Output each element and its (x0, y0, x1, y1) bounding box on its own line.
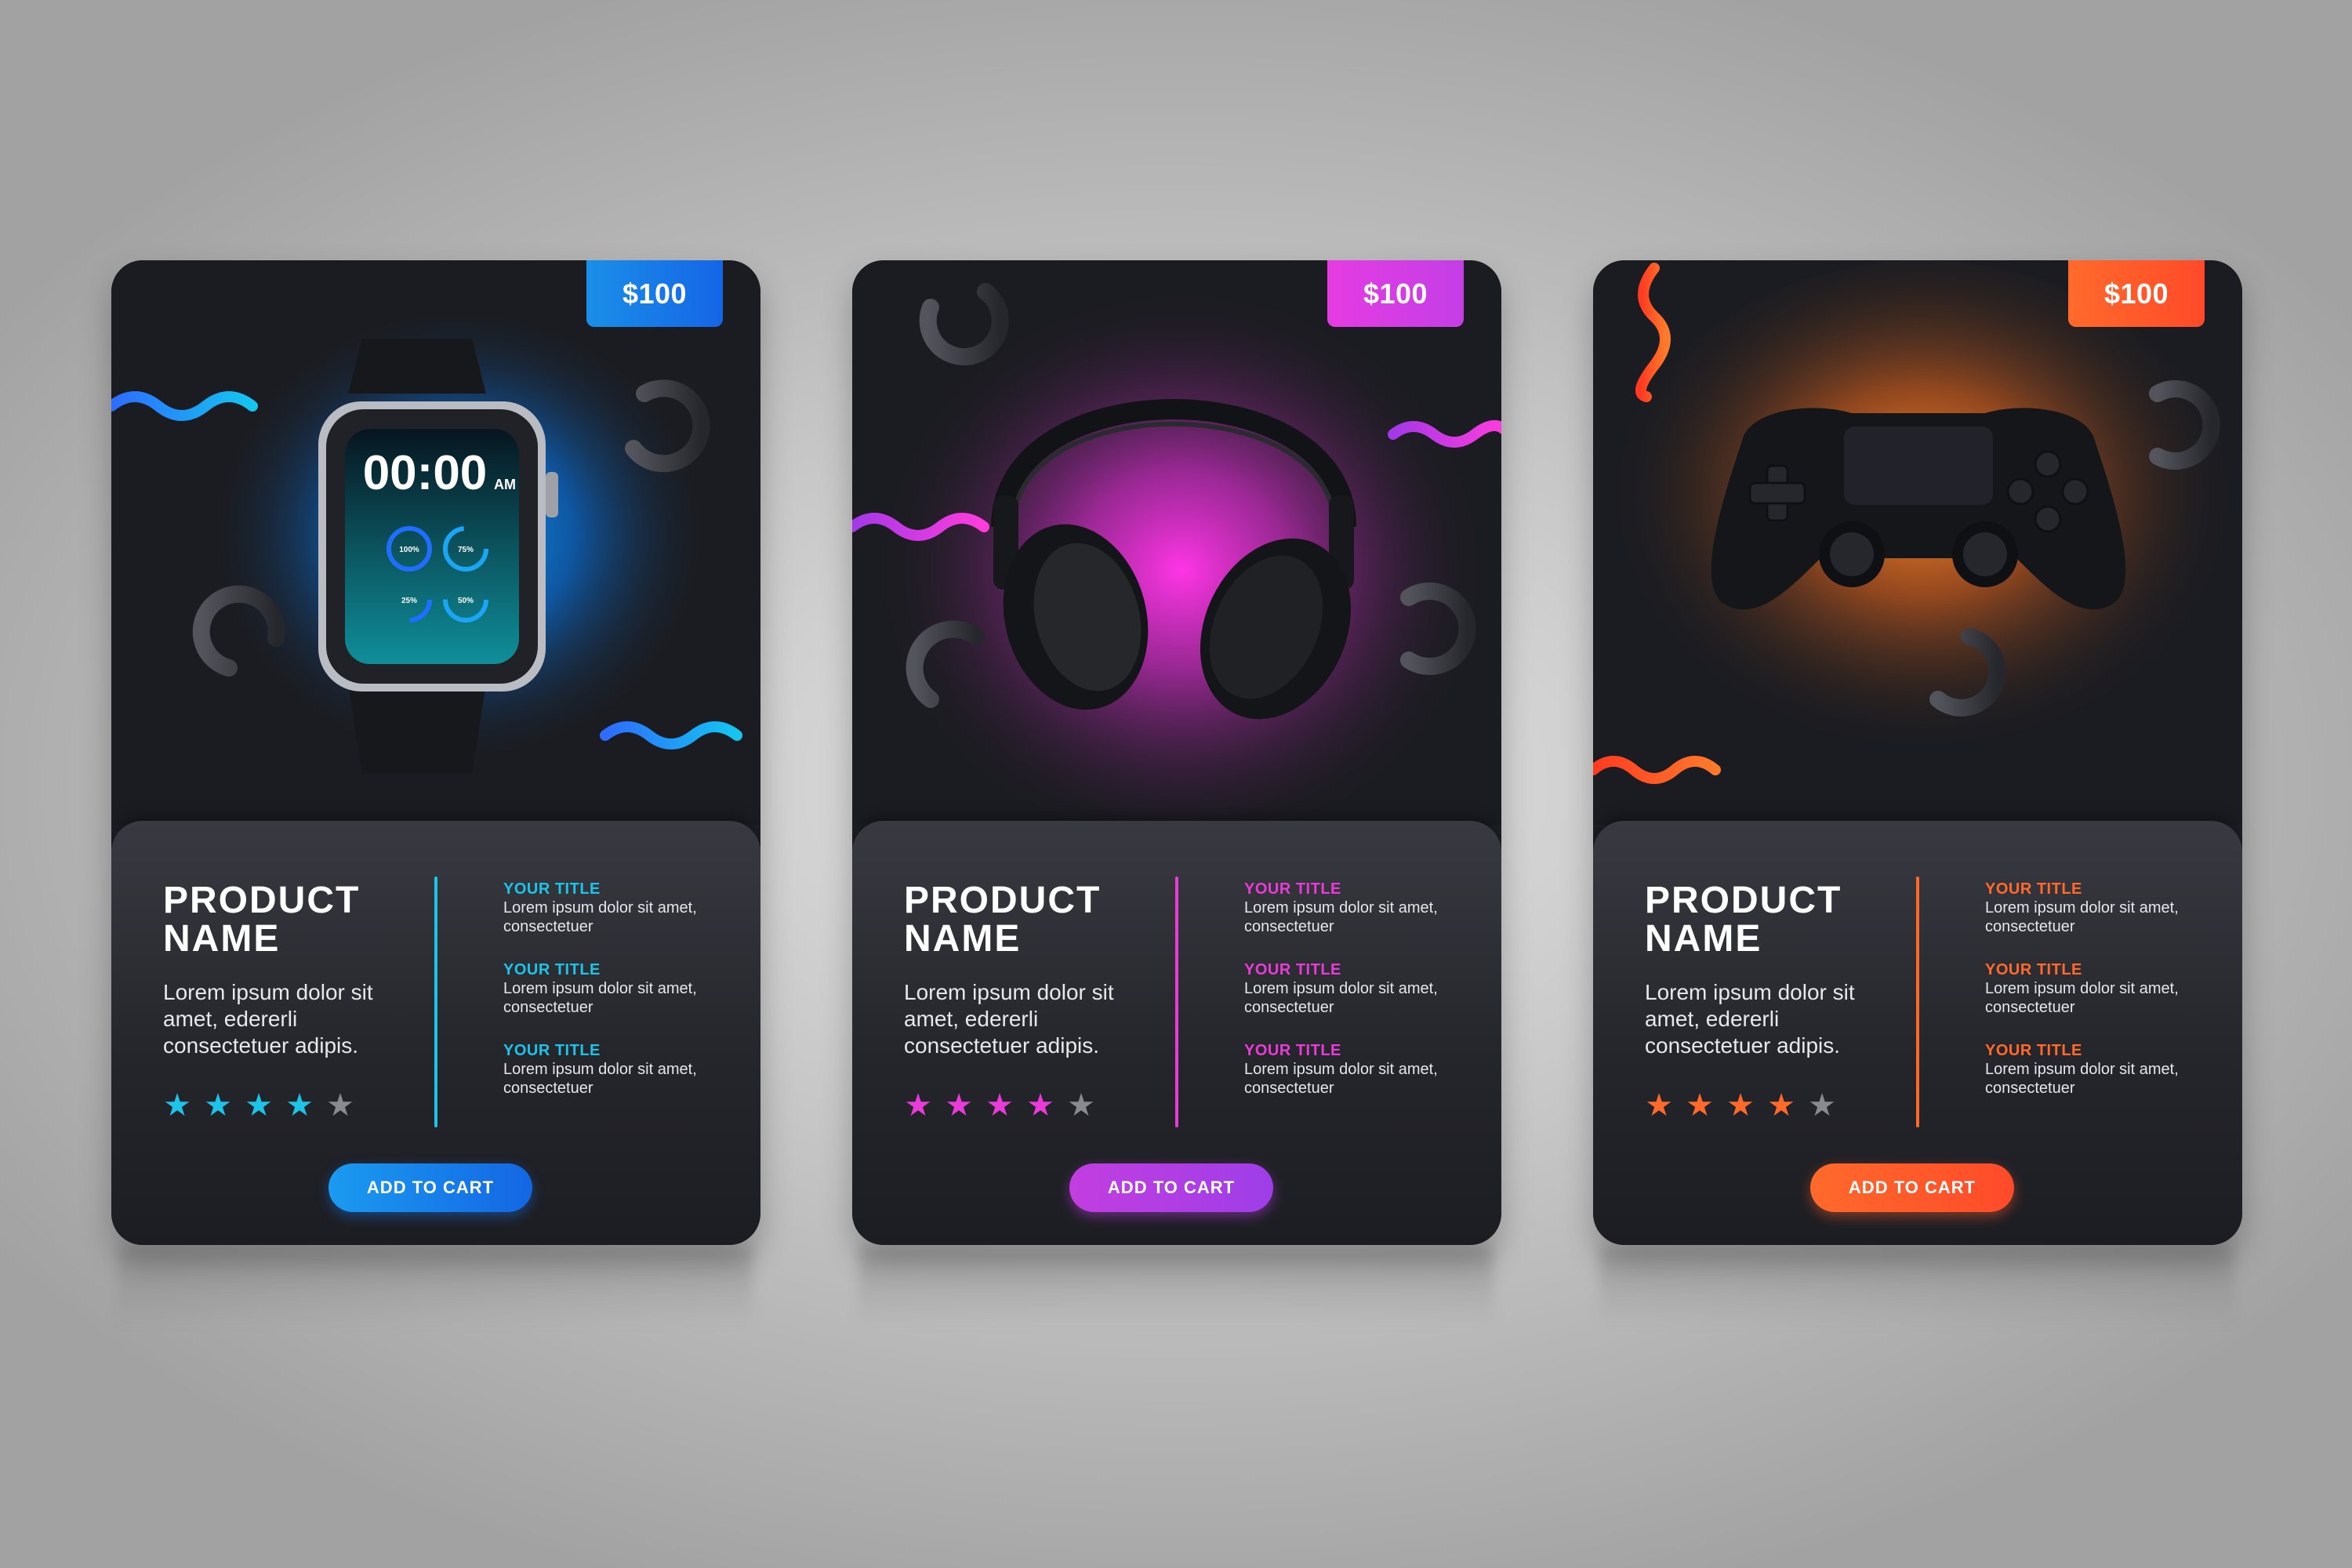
star-filled-icon: ★ (1645, 1088, 1673, 1123)
spec-item: YOUR TITLE Lorem ipsum dolor sit amet, c… (1244, 1041, 1472, 1098)
product-card-smartwatch: 00:00 AM 100% 75% 25% 50% $100 PRODUCT N… (111, 260, 760, 1245)
add-to-cart-button[interactable]: ADD TO CART (1810, 1163, 2014, 1212)
product-name-line2: NAME (163, 918, 281, 960)
star-filled-icon: ★ (285, 1088, 314, 1123)
star-filled-icon: ★ (1026, 1088, 1054, 1123)
product-name-line1: PRODUCT (904, 880, 1102, 921)
watch-ring-label: 25% (401, 597, 417, 605)
spec-item: YOUR TITLE Lorem ipsum dolor sit amet, c… (1985, 880, 2212, 936)
watch-ring-label: 100% (399, 546, 419, 554)
add-to-cart-button[interactable]: ADD TO CART (1069, 1163, 1273, 1212)
star-empty-icon: ★ (1067, 1088, 1095, 1123)
price-badge: $100 (586, 260, 723, 327)
spec-item: YOUR TITLE Lorem ipsum dolor sit amet, c… (503, 1041, 731, 1098)
card-shadow (1599, 1247, 2234, 1325)
price-badge: $100 (1327, 260, 1464, 327)
spec-title: YOUR TITLE (1985, 880, 2082, 898)
spec-text: Lorem ipsum dolor sit amet, consectetuer (1985, 899, 2179, 935)
star-filled-icon: ★ (945, 1088, 973, 1123)
spec-title: YOUR TITLE (1985, 961, 2082, 978)
controller-hero-illustration (1593, 260, 2242, 825)
spec-text: Lorem ipsum dolor sit amet, consectetuer (1244, 980, 1438, 1016)
star-filled-icon: ★ (1767, 1088, 1795, 1123)
rating-stars: ★ ★ ★ ★ ★ (160, 1088, 358, 1123)
card-shadow (118, 1247, 753, 1325)
spec-item: YOUR TITLE Lorem ipsum dolor sit amet, c… (1244, 960, 1472, 1017)
price-badge: $100 (2068, 260, 2205, 327)
product-name: PRODUCT NAME (904, 881, 1155, 958)
divider (1175, 877, 1178, 1127)
product-card-headphones: $100 PRODUCT NAME Lorem ipsum dolor sit … (852, 260, 1501, 1245)
star-filled-icon: ★ (163, 1088, 191, 1123)
product-hero (852, 260, 1501, 825)
star-filled-icon: ★ (985, 1088, 1014, 1123)
add-to-cart-button[interactable]: ADD TO CART (328, 1163, 532, 1212)
star-filled-icon: ★ (1726, 1088, 1755, 1123)
spec-title: YOUR TITLE (1244, 961, 1341, 978)
spec-item: YOUR TITLE Lorem ipsum dolor sit amet, c… (1985, 960, 2212, 1017)
watch-ring-label: 75% (458, 546, 474, 554)
spec-text: Lorem ipsum dolor sit amet, consectetuer (1244, 899, 1438, 935)
spec-text: Lorem ipsum dolor sit amet, consectetuer (503, 1061, 697, 1097)
spec-text: Lorem ipsum dolor sit amet, consectetuer (503, 980, 697, 1016)
rating-stars: ★ ★ ★ ★ ★ (901, 1088, 1098, 1123)
watch-ring-label: 50% (458, 597, 474, 605)
product-description: Lorem ipsum dolor sit amet, edererli con… (1645, 980, 1855, 1058)
spec-title: YOUR TITLE (503, 1042, 601, 1059)
rating-stars: ★ ★ ★ ★ ★ (1642, 1088, 1839, 1123)
spec-text: Lorem ipsum dolor sit amet, consectetuer (1244, 1061, 1438, 1097)
spec-title: YOUR TITLE (503, 961, 601, 978)
smartwatch-hero-illustration: 00:00 AM 100% 75% 25% 50% (111, 260, 760, 825)
spec-text: Lorem ipsum dolor sit amet, consectetuer (1985, 980, 2179, 1016)
spec-item: YOUR TITLE Lorem ipsum dolor sit amet, c… (503, 880, 731, 936)
product-hero: 00:00 AM 100% 75% 25% 50% (111, 260, 760, 825)
star-empty-icon: ★ (1808, 1088, 1836, 1123)
spec-item: YOUR TITLE Lorem ipsum dolor sit amet, c… (1985, 1041, 2212, 1098)
spec-text: Lorem ipsum dolor sit amet, consectetuer (1985, 1061, 2179, 1097)
card-shadow (858, 1247, 1494, 1325)
product-name-line1: PRODUCT (1645, 880, 1842, 921)
headphones-hero-illustration (852, 260, 1501, 825)
product-description: Lorem ipsum dolor sit amet, edererli con… (904, 980, 1114, 1058)
product-name: PRODUCT NAME (1645, 881, 1896, 958)
product-hero (1593, 260, 2242, 825)
star-filled-icon: ★ (245, 1088, 273, 1123)
spec-title: YOUR TITLE (1985, 1042, 2082, 1059)
star-empty-icon: ★ (326, 1088, 354, 1123)
page: 00:00 AM 100% 75% 25% 50% $100 PRODUCT N… (0, 0, 2352, 1568)
spec-item: YOUR TITLE Lorem ipsum dolor sit amet, c… (1244, 880, 1472, 936)
product-name-line2: NAME (904, 918, 1022, 960)
spec-item: YOUR TITLE Lorem ipsum dolor sit amet, c… (503, 960, 731, 1017)
spec-list: YOUR TITLE Lorem ipsum dolor sit amet, c… (503, 880, 731, 1122)
spec-list: YOUR TITLE Lorem ipsum dolor sit amet, c… (1985, 880, 2212, 1122)
spec-title: YOUR TITLE (1244, 880, 1341, 898)
product-name-line2: NAME (1645, 918, 1762, 960)
divider (434, 877, 437, 1127)
product-name-line1: PRODUCT (163, 880, 361, 921)
spec-list: YOUR TITLE Lorem ipsum dolor sit amet, c… (1244, 880, 1472, 1122)
spec-title: YOUR TITLE (1244, 1042, 1341, 1059)
watch-ampm: AM (494, 477, 516, 492)
divider (1916, 877, 1919, 1127)
product-name: PRODUCT NAME (163, 881, 414, 958)
spec-title: YOUR TITLE (503, 880, 601, 898)
product-description: Lorem ipsum dolor sit amet, edererli con… (163, 980, 373, 1058)
watch-time: 00:00 (363, 446, 488, 500)
product-card-game-controller: $100 PRODUCT NAME Lorem ipsum dolor sit … (1593, 260, 2242, 1245)
star-filled-icon: ★ (1686, 1088, 1714, 1123)
spec-text: Lorem ipsum dolor sit amet, consectetuer (503, 899, 697, 935)
star-filled-icon: ★ (904, 1088, 932, 1123)
star-filled-icon: ★ (204, 1088, 232, 1123)
